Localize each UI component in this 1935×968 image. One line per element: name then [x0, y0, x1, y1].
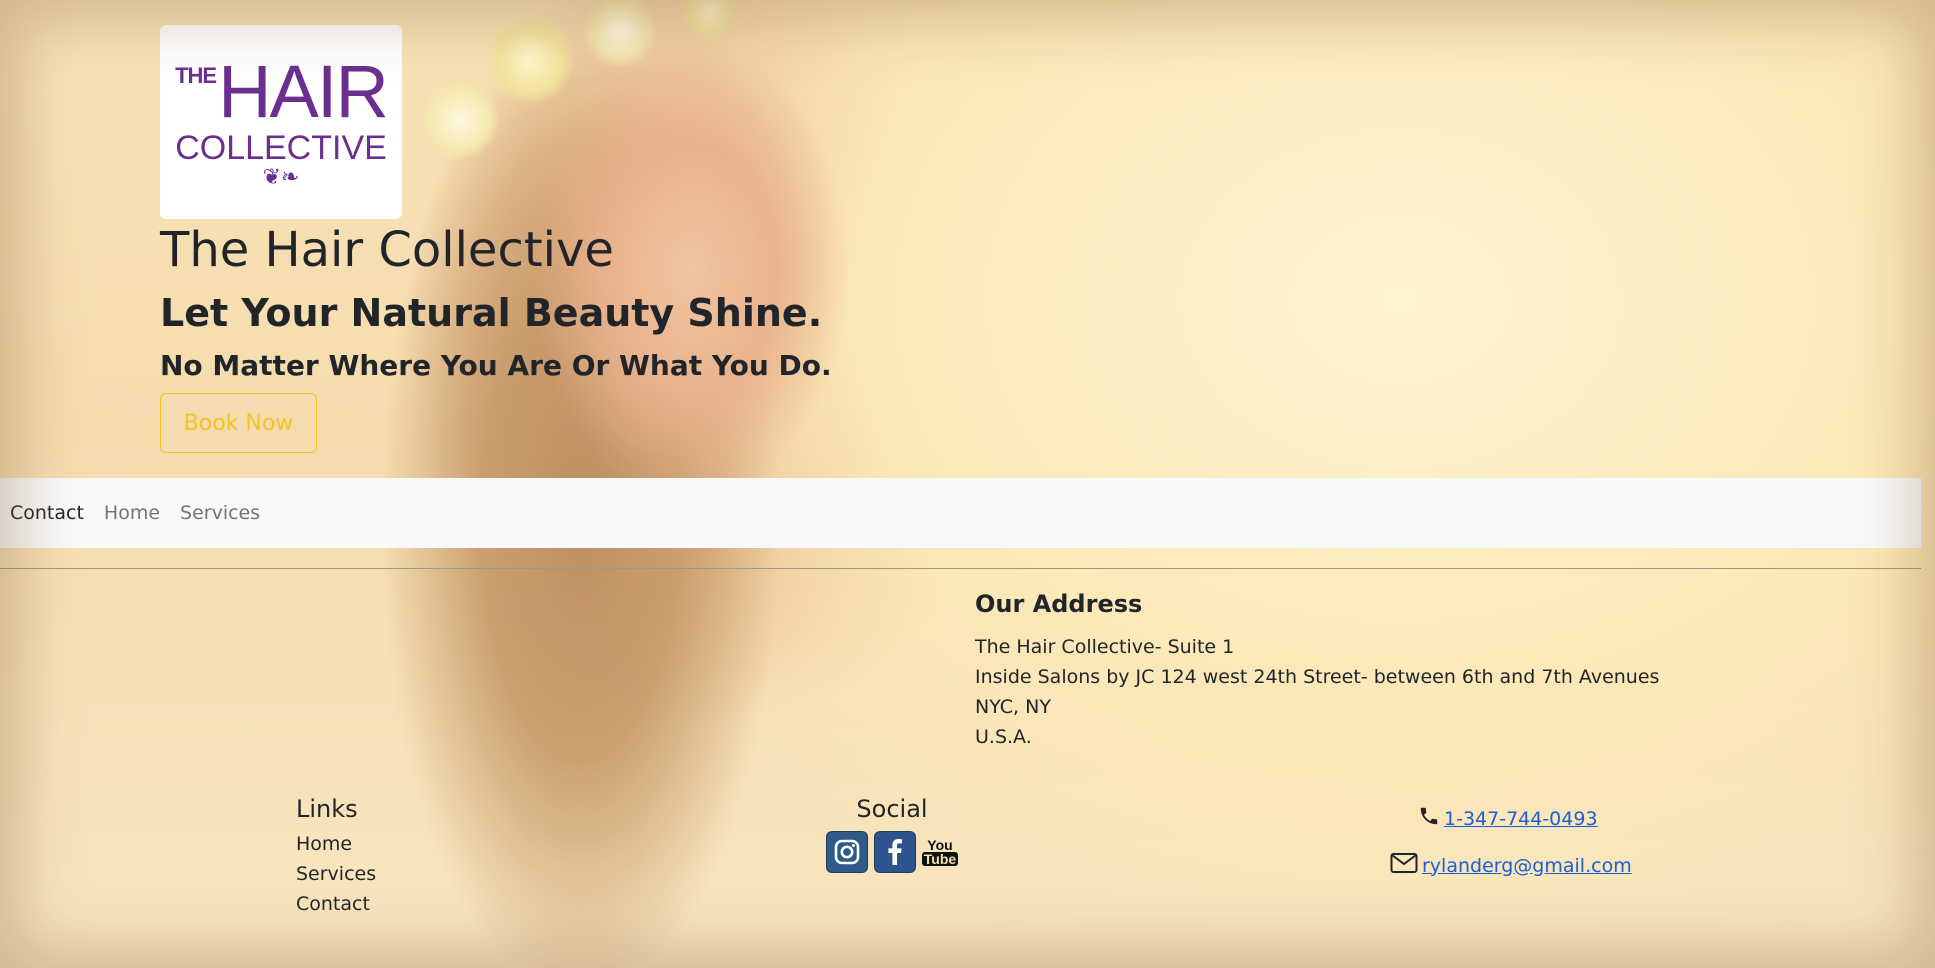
logo[interactable]: THE HAIR COLLECTIVE ❦❧ [160, 25, 402, 219]
nav-item-home[interactable]: Home [104, 502, 160, 524]
links-heading: Links [296, 795, 358, 823]
instagram-icon[interactable] [826, 831, 868, 873]
social-heading: Social [856, 795, 928, 823]
footer-divider [0, 568, 1921, 569]
email-link[interactable]: rylanderg@gmail.com [1422, 855, 1632, 877]
address-line: U.S.A. [975, 726, 1032, 748]
phone-link[interactable]: 1-347-744-0493 [1444, 808, 1598, 830]
envelope-icon [1390, 852, 1418, 879]
footer-links: Links Home Services Contact [296, 795, 376, 919]
hero-subtitle: No Matter Where You Are Or What You Do. [160, 349, 832, 382]
address-heading: Our Address [975, 590, 1143, 618]
address-line: The Hair Collective- Suite 1 [975, 636, 1235, 658]
facebook-icon[interactable] [874, 831, 916, 873]
social-block: Social You Tube [822, 795, 962, 873]
youtube-icon[interactable]: You Tube [921, 831, 959, 873]
logo-collective: COLLECTIVE [175, 129, 387, 167]
phone-icon [1418, 805, 1440, 832]
navbar: Contact Home Services [0, 478, 1921, 548]
email-contact: rylanderg@gmail.com [1390, 852, 1632, 879]
book-now-button[interactable]: Book Now [160, 393, 317, 453]
footer-link-services[interactable]: Services [296, 859, 376, 889]
address-line: NYC, NY [975, 696, 1051, 718]
hero-section: THE HAIR COLLECTIVE ❦❧ [160, 25, 402, 219]
logo-the: THE [175, 63, 217, 88]
phone-contact: 1-347-744-0493 [1418, 805, 1598, 832]
logo-hair: HAIR [218, 50, 389, 133]
address-line: Inside Salons by JC 124 west 24th Street… [975, 666, 1660, 688]
footer-link-home[interactable]: Home [296, 829, 376, 859]
logo-swirl-icon: ❦❧ [262, 165, 300, 190]
nav-item-contact[interactable]: Contact [10, 502, 84, 524]
site-title: The Hair Collective [160, 222, 614, 278]
nav-item-services[interactable]: Services [180, 502, 260, 524]
footer-link-contact[interactable]: Contact [296, 889, 376, 919]
hero-tagline: Let Your Natural Beauty Shine. [160, 291, 823, 335]
background-flowers [380, 0, 800, 190]
address-block: Our Address The Hair Collective- Suite 1… [975, 590, 1659, 752]
